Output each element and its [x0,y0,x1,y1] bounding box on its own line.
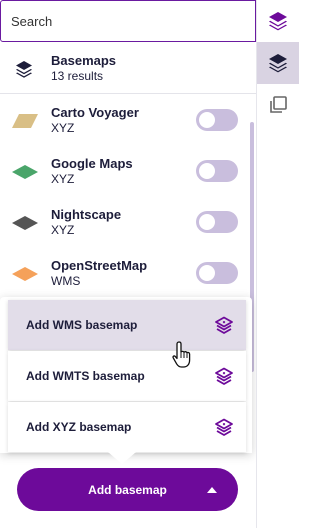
search-input[interactable] [0,0,256,42]
toggle-knob [199,163,215,179]
rail-basemaps-button[interactable] [257,42,299,84]
layers-add-icon [215,316,233,334]
basemaps-title: Basemaps [51,53,117,68]
add-basemap-label: Add basemap [88,483,167,497]
layers-icon [269,54,287,73]
add-wms-basemap-item[interactable]: Add WMS basemap [8,300,246,350]
basemap-name: OpenStreetMap [51,258,148,273]
add-wmts-basemap-item[interactable]: Add WMTS basemap [8,351,246,401]
basemap-toggle[interactable] [196,160,238,182]
add-xyz-basemap-item[interactable]: Add XYZ basemap [8,402,246,452]
toggle-knob [199,265,215,281]
basemap-name: Google Maps [51,156,133,171]
menu-pointer [108,452,136,464]
toggle-knob [199,112,215,128]
basemap-swatch-icon [12,216,38,230]
basemap-type: WMS [51,274,81,288]
results-count: 13 results [51,69,104,83]
basemap-toggle[interactable] [196,109,238,131]
basemap-toggle[interactable] [196,262,238,284]
layers-add-icon [215,367,233,385]
basemap-toggle[interactable] [196,211,238,233]
copy-icon [270,96,287,113]
menu-item-label: Add XYZ basemap [26,420,132,434]
list-item: Carto Voyager XYZ [0,95,250,146]
basemap-name: Nightscape [51,207,122,222]
rail-layers-button[interactable] [257,0,299,42]
basemap-swatch-icon [12,165,38,179]
basemap-type: XYZ [51,172,75,186]
basemap-swatch-icon [12,267,38,281]
add-basemap-menu: Add WMS basemap Add WMTS basemap Add XYZ… [0,297,252,453]
menu-item-label: Add WMS basemap [26,318,138,332]
list-item: Google Maps XYZ [0,146,250,197]
caret-up-icon [207,487,217,493]
rail-copy-button[interactable] [257,84,299,126]
side-rail [256,0,299,528]
toggle-knob [199,214,215,230]
basemap-swatch-icon [12,114,38,128]
basemap-type: XYZ [51,121,75,135]
basemaps-panel: Basemaps 13 results Carto Voyager XYZ Go… [0,0,256,528]
layers-add-icon [215,418,233,436]
basemap-name: Carto Voyager [51,105,139,120]
basemaps-header: Basemaps 13 results [0,42,256,94]
menu-item-label: Add WMTS basemap [26,369,145,383]
layers-icon [269,12,287,31]
basemap-list: Carto Voyager XYZ Google Maps XYZ Nights… [0,95,250,299]
list-item: OpenStreetMap WMS [0,248,250,299]
list-item: Nightscape XYZ [0,197,250,248]
basemap-type: XYZ [51,223,75,237]
layers-icon [16,61,32,78]
add-basemap-button[interactable]: Add basemap [17,468,238,511]
